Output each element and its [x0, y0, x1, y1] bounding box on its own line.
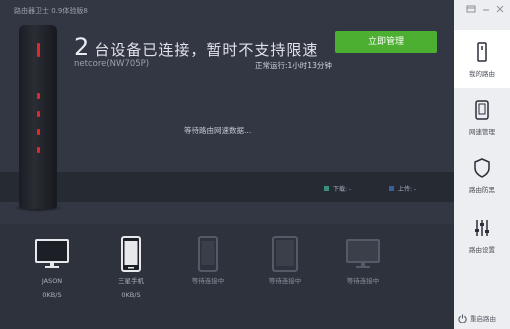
- sidebar-item-my-router[interactable]: 我的路由: [454, 30, 510, 88]
- device-item: 等待连接中: [333, 236, 393, 286]
- device-item: 等待连接中: [255, 236, 315, 286]
- device-speed: 0KB/S: [42, 291, 62, 299]
- manage-now-button[interactable]: 立即管理: [335, 31, 437, 53]
- upload-label: 上传: -: [398, 186, 417, 193]
- phone-icon: [178, 236, 238, 272]
- upload-swatch: [389, 186, 394, 191]
- device-name: 三星手机: [118, 277, 144, 285]
- shield-icon: [472, 158, 492, 178]
- device-name: 等待连接中: [346, 277, 380, 285]
- router-icon: [472, 42, 492, 62]
- download-label: 下载: -: [333, 186, 352, 193]
- device-name: 等待连接中: [191, 277, 225, 285]
- router-led: [37, 93, 40, 99]
- headline-text: 台设备已连接，暂时不支持限速: [94, 41, 319, 59]
- device-name: 等待连接中: [268, 277, 302, 285]
- phone-outline-icon: [472, 100, 492, 120]
- reboot-label: 重启路由: [470, 315, 496, 323]
- window-title: 路由器卫士 0.9体验版8: [14, 7, 88, 15]
- traffic-band: [0, 172, 454, 202]
- router-model: netcore(NW705P): [74, 59, 150, 69]
- upload-legend: 上传: -: [389, 184, 416, 193]
- sidebar-item-router-protection[interactable]: 路由防黑: [454, 146, 510, 204]
- sidebar: 我的路由 网速管理 路由防黑 路由设置 重启路由: [454, 0, 510, 329]
- reboot-button[interactable]: 重启路由: [458, 313, 496, 323]
- router-image: [19, 25, 57, 209]
- speed-waiting-text: 等待路由网速数据...: [184, 126, 252, 135]
- uptime-text: 正常运行:1小时13分钟: [255, 61, 332, 70]
- sidebar-item-router-settings[interactable]: 路由设置: [454, 206, 510, 264]
- device-speed: 0KB/S: [121, 291, 141, 299]
- device-item[interactable]: 三星手机 0KB/S: [101, 236, 161, 300]
- connection-headline: 2 台设备已连接，暂时不支持限速: [74, 33, 318, 61]
- minimize-icon[interactable]: [480, 4, 492, 16]
- sidebar-item-label: 路由设置: [469, 246, 495, 254]
- sidebar-item-label: 路由防黑: [469, 186, 495, 194]
- router-led: [37, 129, 40, 135]
- device-name: JASON: [41, 277, 63, 285]
- sidebar-item-label: 网速管理: [469, 128, 495, 136]
- router-led-power: [37, 43, 40, 57]
- router-led: [37, 147, 40, 153]
- sidebar-item-speed-management[interactable]: 网速管理: [454, 88, 510, 146]
- sliders-icon: [472, 218, 492, 238]
- title-bar: 路由器卫士 0.9体验版8: [0, 0, 454, 22]
- device-item: 等待连接中: [178, 236, 238, 286]
- menu-icon[interactable]: [465, 4, 477, 16]
- monitor-icon: [333, 236, 393, 272]
- app-window: 路由器卫士 0.9体验版8 2 台设备已连接，暂时不支持限速 netcore(N…: [0, 0, 510, 329]
- power-icon: [458, 313, 467, 323]
- device-count: 2: [74, 33, 90, 61]
- monitor-icon: [22, 236, 82, 272]
- sidebar-item-label: 我的路由: [469, 70, 495, 78]
- phone-icon: [101, 236, 161, 272]
- download-legend: 下载: -: [324, 184, 351, 193]
- tablet-icon: [255, 236, 315, 272]
- download-swatch: [324, 186, 329, 191]
- close-icon[interactable]: [494, 4, 506, 16]
- device-item[interactable]: JASON 0KB/S: [22, 236, 82, 300]
- router-led: [37, 111, 40, 117]
